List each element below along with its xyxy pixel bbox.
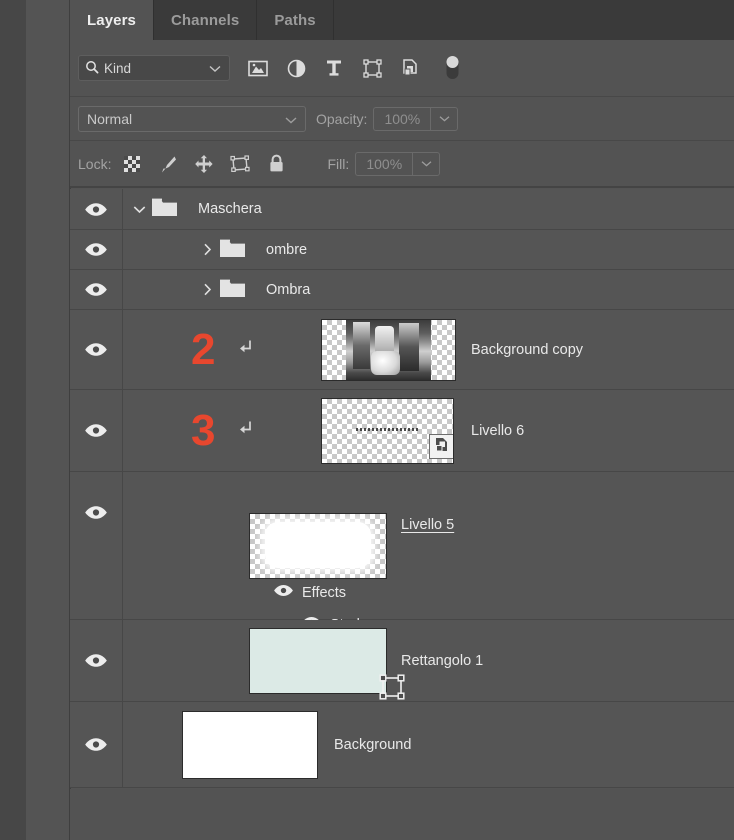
group-expand-chevron-maschera[interactable]: [129, 205, 149, 214]
layer-effects-row[interactable]: Effects: [273, 584, 346, 602]
layer-row-background-copy[interactable]: 2 Background copy: [70, 310, 734, 390]
folder-icon: [151, 196, 178, 222]
visibility-toggle-ombra[interactable]: [70, 270, 123, 309]
eye-icon: [85, 654, 107, 667]
eye-icon: [85, 202, 107, 216]
visibility-toggle-background[interactable]: [70, 702, 123, 787]
annotation-number-3: 3: [191, 405, 216, 455]
opacity-value: 100%: [384, 110, 421, 127]
eye-icon: [274, 585, 293, 596]
lock-buttons: [121, 153, 287, 175]
visibility-toggle-background-copy[interactable]: [70, 310, 123, 389]
layer-row-livello-6[interactable]: 3 Livello 6: [70, 390, 734, 472]
lock-image-pixels-icon[interactable]: [157, 153, 179, 175]
tab-layers[interactable]: Layers: [70, 0, 154, 40]
layer-name-ombre: ombre: [266, 241, 308, 258]
layer-list: Maschera ombre Ombra 2 Background copy 3…: [70, 189, 734, 789]
fill-label: Fill:: [327, 155, 350, 172]
visibility-toggle-maschera[interactable]: [70, 189, 123, 229]
chevron-down-icon: [285, 111, 297, 127]
adjustment-filter-icon[interactable]: [285, 57, 307, 79]
fill-value: 100%: [366, 155, 403, 172]
eye-icon: [85, 343, 107, 356]
layer-name-livello-6: Livello 6: [471, 422, 525, 439]
eye-icon: [85, 243, 107, 256]
blend-mode-select[interactable]: Normal: [78, 105, 306, 132]
layer-name-ombra: Ombra: [266, 281, 311, 298]
tab-channels[interactable]: Channels: [154, 0, 258, 40]
lock-position-icon[interactable]: [193, 153, 215, 175]
visibility-toggle-rettangolo-1[interactable]: [70, 620, 123, 701]
layer-thumbnail-rettangolo-1[interactable]: [249, 627, 405, 700]
layer-thumbnail-background-copy[interactable]: [321, 318, 456, 381]
blend-mode-bar: Normal Opacity: 100%: [70, 97, 734, 141]
group-expand-chevron-ombre[interactable]: [197, 243, 217, 256]
layer-row-ombre[interactable]: ombre: [70, 230, 734, 270]
visibility-toggle-livello-5[interactable]: [70, 472, 123, 619]
tab-paths[interactable]: Paths: [257, 0, 334, 40]
panel-left-margin: [26, 0, 70, 840]
layer-filter-bar: Kind: [70, 40, 734, 97]
workspace-left-gutter: [0, 0, 26, 840]
lock-all-icon[interactable]: [265, 153, 287, 175]
layer-name-background: Background: [334, 736, 412, 753]
lock-bar: Lock: Fill: 100%: [70, 141, 734, 188]
filter-type-icons: [247, 56, 463, 79]
layer-row-rettangolo-1[interactable]: Rettangolo 1: [70, 620, 734, 702]
annotation-number-2: 2: [191, 324, 216, 374]
layer-row-maschera[interactable]: Maschera: [70, 189, 734, 230]
layer-thumbnail-background[interactable]: [182, 710, 318, 779]
shape-filter-icon[interactable]: [361, 57, 383, 79]
chevron-down-icon: [209, 61, 221, 76]
lock-transparent-pixels-icon[interactable]: [121, 153, 143, 175]
eye-icon: [85, 424, 107, 437]
layer-name-rettangolo-1: Rettangolo 1: [401, 652, 484, 669]
clipping-mask-arrow-icon: [239, 420, 253, 441]
filter-kind-select[interactable]: Kind: [78, 55, 230, 81]
panel-tab-bar: Layers Channels Paths: [70, 0, 734, 40]
eye-icon: [85, 506, 107, 519]
search-icon: [85, 60, 99, 77]
layer-thumbnail-livello-6[interactable]: [321, 397, 454, 464]
fill-field[interactable]: 100%: [355, 151, 441, 176]
opacity-stepper[interactable]: [430, 107, 457, 130]
lock-label: Lock:: [78, 155, 112, 172]
pixel-filter-icon[interactable]: [247, 57, 269, 79]
layer-list-empty-area[interactable]: [70, 789, 734, 840]
filter-kind-label: Kind: [104, 60, 132, 76]
layer-row-ombra[interactable]: Ombra: [70, 270, 734, 310]
group-expand-chevron-ombra[interactable]: [197, 283, 217, 296]
folder-icon: [219, 277, 246, 303]
photoshop-layers-panel: Layers Channels Paths Kind Normal Opacit…: [0, 0, 734, 840]
eye-icon: [85, 283, 107, 296]
visibility-toggle-livello-6[interactable]: [70, 390, 123, 471]
clipping-mask-arrow-icon: [239, 339, 253, 360]
smart-object-badge: [429, 433, 453, 463]
blend-mode-value: Normal: [87, 110, 133, 127]
layer-effects-label: Effects: [302, 585, 347, 601]
layer-name-background-copy: Background copy: [471, 341, 584, 358]
eye-icon: [85, 738, 107, 751]
fill-stepper[interactable]: [412, 152, 439, 175]
layer-thumbnail-livello-5[interactable]: [249, 513, 387, 579]
opacity-field[interactable]: 100%: [373, 106, 459, 131]
layer-name-livello-5[interactable]: Livello 5: [401, 513, 454, 537]
layer-name-maschera: Maschera: [198, 201, 262, 217]
layer-row-background[interactable]: Background: [70, 702, 734, 788]
filter-enable-toggle[interactable]: [441, 56, 463, 79]
lock-artboard-nesting-icon[interactable]: [229, 153, 251, 175]
visibility-toggle-effects[interactable]: [273, 584, 294, 602]
vector-shape-badge: [378, 673, 406, 706]
type-filter-icon[interactable]: [323, 57, 345, 79]
folder-icon: [219, 237, 246, 263]
smart-object-filter-icon[interactable]: [399, 57, 421, 79]
opacity-label: Opacity:: [316, 110, 368, 127]
layer-row-livello-5[interactable]: Livello 5 Effects: [70, 472, 734, 633]
visibility-toggle-ombre[interactable]: [70, 230, 123, 269]
